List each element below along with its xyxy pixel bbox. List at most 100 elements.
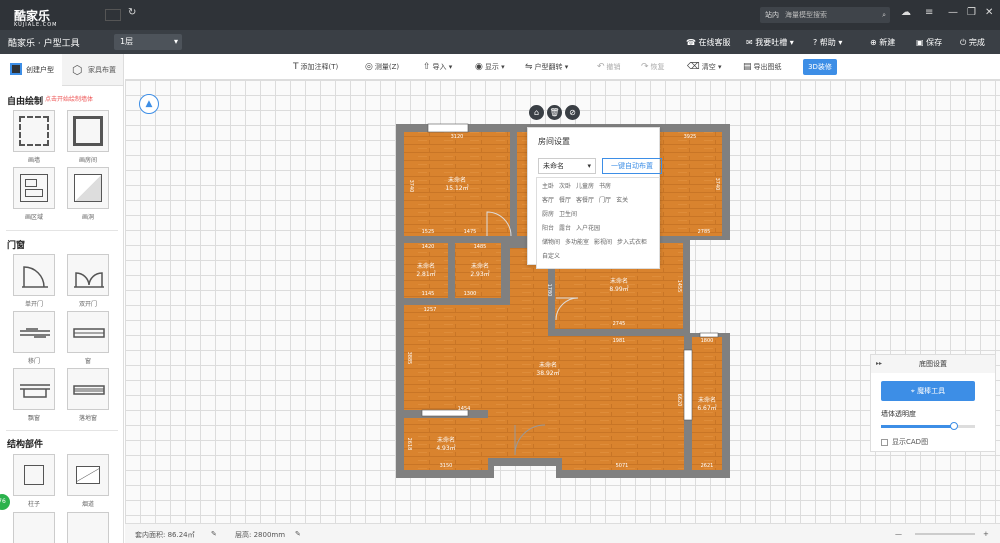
room-option[interactable]: 餐厅 (559, 197, 571, 204)
room-name: 未命名 (437, 436, 455, 444)
list-item: 厨房 卫生间 (542, 209, 654, 223)
chevron-down-icon: ▾ (587, 162, 591, 170)
room-area: 4.93㎡ (436, 444, 455, 452)
dimension-label: 1780 (546, 284, 552, 297)
room-name: 未命名 (448, 176, 466, 184)
slider-handle[interactable] (950, 422, 959, 430)
room-area: 6.67㎡ (697, 404, 716, 412)
room-option[interactable]: 主卧 (542, 183, 554, 190)
list-item: 客厅 餐厅 客餐厅 门厅 玄关 (542, 195, 654, 209)
panel-title: 底图设置 (919, 360, 947, 368)
room-type-list: 主卧 次卧 儿童房 书房 客厅 餐厅 客餐厅 门厅 玄关 厨房 卫生间 阳台 露台 入户花园 储物间… (536, 177, 660, 269)
room-area: 2.93㎡ (470, 270, 489, 278)
dimension-label: 1257 (424, 307, 437, 313)
panel-header: ▸▸ 底图设置 (871, 355, 995, 373)
list-item: 主卧 次卧 儿童房 书房 (542, 181, 654, 195)
room-area: 8.99㎡ (609, 285, 628, 293)
show-cad-label: 显示CAD图 (892, 438, 929, 446)
magic-wand-button[interactable]: ⌖ 魔棒工具 (881, 381, 975, 401)
room-name: 未命名 (698, 396, 716, 404)
area-readout: 套内面积: 86.24㎡ (135, 531, 195, 539)
dimension-label: 6620 (676, 394, 682, 407)
dimension-label: 3740 (714, 178, 720, 191)
checkbox-box[interactable] (881, 438, 888, 446)
dimension-label: 1800 (701, 338, 714, 344)
room-name: 未命名 (539, 361, 557, 369)
dimension-label: 1485 (474, 244, 487, 250)
window[interactable] (683, 349, 693, 421)
window[interactable] (699, 332, 719, 338)
room-option[interactable]: 多功能室 (565, 239, 589, 246)
dimension-label: 1300 (464, 291, 477, 297)
slider-fill (881, 425, 955, 428)
room-option[interactable]: 客餐厅 (576, 197, 594, 204)
room-name: 未命名 (471, 262, 489, 270)
room-floor[interactable] (660, 132, 722, 236)
dimension-label: 1525 (422, 229, 435, 235)
dimension-label: 2618 (406, 438, 412, 451)
room-option[interactable]: 玄关 (616, 197, 628, 204)
dimension-label: 5071 (616, 463, 629, 469)
dimension-label: 3150 (440, 463, 453, 469)
room-floor[interactable] (404, 132, 510, 236)
dimension-label: 1454 (458, 406, 471, 412)
room-option[interactable]: 步入式衣柜 (617, 239, 647, 246)
dimension-label: 1420 (422, 244, 435, 250)
dimension-label: 1981 (613, 338, 626, 344)
room-option[interactable]: 露台 (559, 225, 571, 232)
room-option[interactable]: 自定义 (542, 253, 560, 260)
edit-icon[interactable]: ✎ (211, 530, 217, 538)
room-area: 38.92㎡ (536, 369, 559, 377)
room-option[interactable]: 儿童房 (576, 183, 594, 190)
room-option[interactable]: 门厅 (599, 197, 611, 204)
hide-icon[interactable]: ⊘ (565, 105, 580, 120)
zoom-in-icon[interactable]: + (983, 530, 989, 538)
room-area: 15.12㎡ (445, 184, 468, 192)
dimension-label: 3885 (406, 352, 412, 365)
dimension-label: 2621 (701, 463, 714, 469)
room-option[interactable]: 卫生间 (559, 211, 577, 218)
floor-plan[interactable]: 未命名 15.12㎡ 未命名 2.81㎡ 未命名 2.93㎡ 未命名 8.99㎡… (0, 0, 1000, 543)
dimension-label: 1145 (422, 291, 435, 297)
room-type-select[interactable]: 未命名 ▾ (538, 158, 596, 174)
room-type-value: 未命名 (543, 162, 564, 170)
home-icon[interactable]: ⌂ (529, 105, 544, 120)
zoom-out-icon[interactable]: — (895, 530, 902, 538)
window[interactable] (427, 123, 469, 133)
dimension-label: 2785 (698, 229, 711, 235)
room-option[interactable]: 客厅 (542, 197, 554, 204)
room-name: 未命名 (417, 262, 435, 270)
list-item: 储物间 多功能室 影视间 步入式衣柜 (542, 237, 654, 251)
room-option[interactable]: 阳台 (542, 225, 554, 232)
edit-icon[interactable]: ✎ (295, 530, 301, 538)
status-bar: 套内面积: 86.24㎡ ✎ 层高: 2800mm ✎ — + (125, 523, 1000, 543)
list-item: 阳台 露台 入户花园 (542, 223, 654, 237)
show-cad-checkbox[interactable]: 显示CAD图 (881, 437, 928, 447)
dimension-label: 3740 (408, 180, 414, 193)
room-option[interactable]: 厨房 (542, 211, 554, 218)
magic-wand-label: 魔棒工具 (917, 387, 946, 395)
dimension-label: 2745 (613, 321, 626, 327)
room-option[interactable]: 入户花园 (576, 225, 600, 232)
height-readout: 层高: 2800mm (235, 531, 286, 539)
room-option[interactable]: 影视间 (594, 239, 612, 246)
room-area: 2.81㎡ (416, 270, 435, 278)
popup-title: 房间设置 (538, 137, 570, 146)
dimension-label: 3925 (684, 134, 697, 140)
background-settings-panel: ▸▸ 底图设置 ⌖ 魔棒工具 墙体透明度 显示CAD图 (870, 354, 996, 452)
room-name: 未命名 (610, 277, 628, 285)
room-option[interactable]: 次卧 (559, 183, 571, 190)
zoom-slider[interactable] (915, 533, 975, 535)
dimension-label: 1455 (676, 280, 682, 293)
auto-layout-button[interactable]: 一键自动布置 (602, 158, 662, 174)
dimension-label: 1475 (464, 229, 477, 235)
delete-icon[interactable]: 🗑 (547, 105, 562, 120)
opacity-slider[interactable] (881, 422, 975, 430)
opacity-label: 墙体透明度 (881, 410, 916, 418)
collapse-icon[interactable]: ▸▸ (876, 355, 882, 373)
room-option[interactable]: 储物间 (542, 239, 560, 246)
room-option[interactable]: 书房 (599, 183, 611, 190)
dimension-label: 3120 (451, 134, 464, 140)
list-item: 自定义 (542, 251, 654, 265)
room-floor[interactable] (517, 132, 527, 236)
